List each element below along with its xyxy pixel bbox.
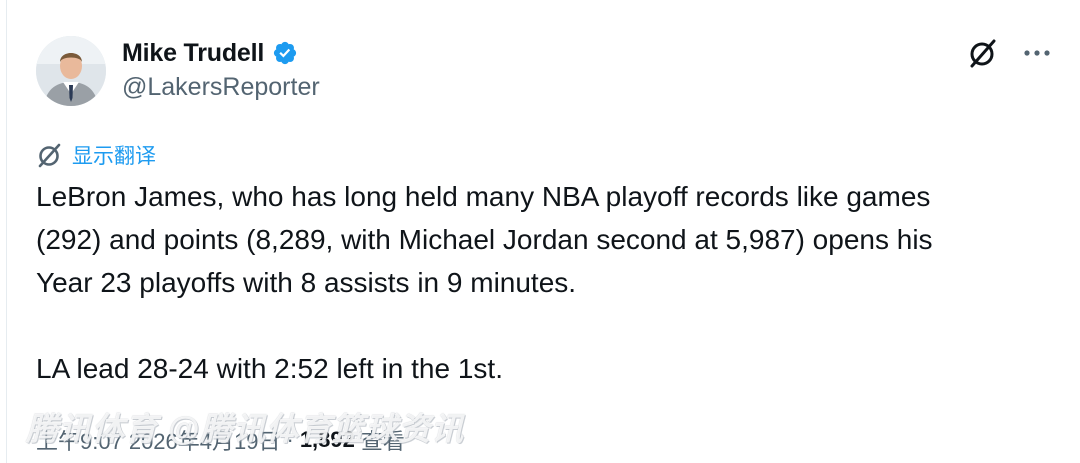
- tweet-meta: 上午9:07 2026年4月19日 · 1,892 查看: [36, 424, 405, 456]
- verified-badge-icon[interactable]: [272, 40, 298, 66]
- show-translation-label: 显示翻译: [72, 145, 156, 168]
- tweet-text-line: LeBron James, who has long held many NBA…: [36, 181, 931, 212]
- tweet-text-line: (292) and points (8,289, with Michael Jo…: [36, 224, 933, 255]
- author-handle[interactable]: @LakersReporter: [122, 73, 320, 102]
- translate-icon: [38, 143, 61, 168]
- meta-separator: ·: [286, 427, 294, 452]
- timeline-border: [6, 0, 7, 463]
- grok-icon[interactable]: [966, 36, 1000, 70]
- avatar-image: [36, 36, 106, 106]
- tweet-time[interactable]: 上午9:07: [36, 424, 123, 456]
- tweet-actions: [966, 36, 1054, 70]
- views-count: 1,892: [299, 427, 355, 452]
- avatar[interactable]: [36, 36, 106, 106]
- tweet-date[interactable]: 2026年4月19日: [129, 424, 281, 456]
- display-name[interactable]: Mike Trudell: [122, 39, 264, 68]
- more-icon[interactable]: [1020, 36, 1054, 70]
- tweet-text-line: LA lead 28-24 with 2:52 left in the 1st.: [36, 353, 503, 384]
- views-label: 查看: [360, 429, 405, 454]
- tweet-text: LeBron James, who has long held many NBA…: [36, 175, 1056, 390]
- show-translation-link[interactable]: 显示翻译: [36, 140, 156, 170]
- tweet-text-line: Year 23 playoffs with 8 assists in 9 min…: [36, 267, 577, 298]
- tweet-card: Mike Trudell @LakersReporter 显示翻译 LeBron…: [0, 0, 1080, 463]
- author-row: Mike Trudell: [122, 36, 298, 70]
